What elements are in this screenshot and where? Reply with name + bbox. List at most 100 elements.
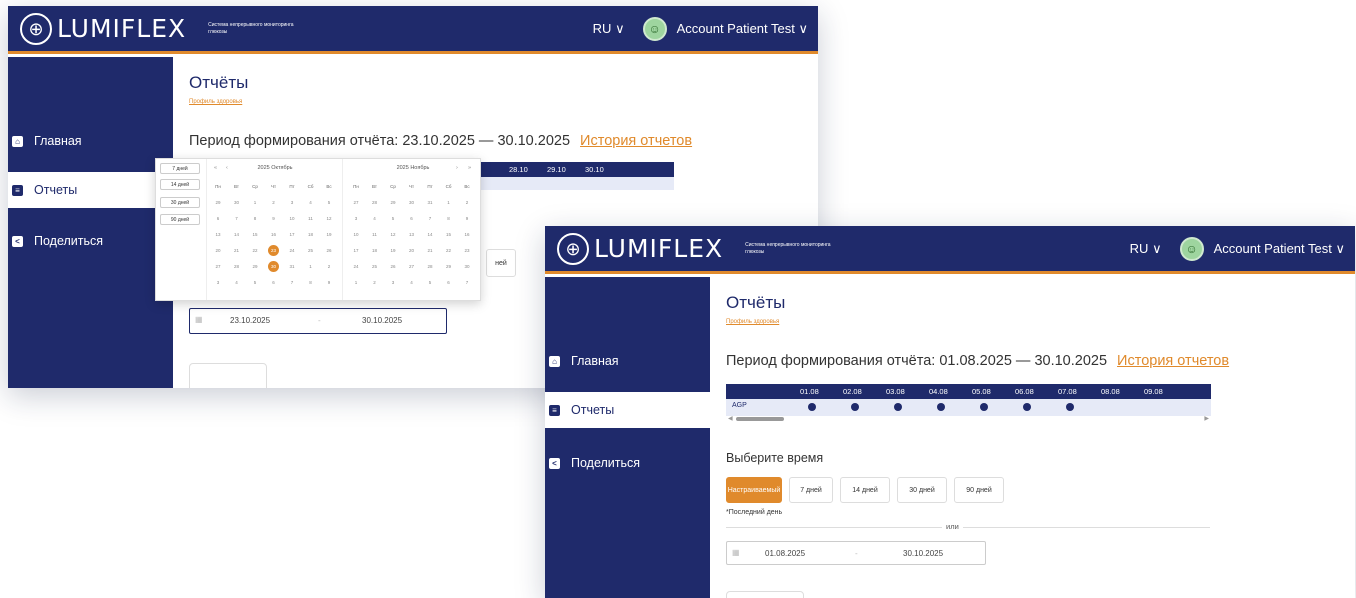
calendar-day[interactable]: 30 xyxy=(266,259,282,273)
calendar-day[interactable]: 29 xyxy=(247,259,263,273)
calendar-day[interactable]: 7 xyxy=(229,211,245,225)
agp-data-dot[interactable] xyxy=(851,403,859,411)
calendar-day[interactable]: 5 xyxy=(422,275,438,289)
calendar-day[interactable]: 8 xyxy=(303,275,319,289)
calendar-day[interactable]: 30 xyxy=(459,259,475,273)
calendar-day[interactable]: 14 xyxy=(422,227,438,241)
calendar-day[interactable]: 29 xyxy=(441,259,457,273)
calendar-day[interactable]: 23 xyxy=(459,243,475,257)
calendar-day[interactable]: 8 xyxy=(247,211,263,225)
calendar-day[interactable]: 27 xyxy=(348,195,364,209)
calendar-day[interactable]: 4 xyxy=(303,195,319,209)
calendar-day[interactable]: 11 xyxy=(367,227,383,241)
logo[interactable]: ⊕ LUMIFLEX xyxy=(20,12,186,45)
calendar-day[interactable]: 14 xyxy=(229,227,245,241)
calendar-day[interactable]: 21 xyxy=(422,243,438,257)
calendar-day[interactable]: 11 xyxy=(303,211,319,225)
profile-link[interactable]: Профиль здоровья xyxy=(189,99,242,105)
calendar-day[interactable]: 13 xyxy=(404,227,420,241)
agp-data-dot[interactable] xyxy=(808,403,816,411)
calendar-day[interactable]: 7 xyxy=(284,275,300,289)
calendar-day[interactable]: 30 xyxy=(404,195,420,209)
preset-90-days[interactable]: 90 дней xyxy=(160,214,200,225)
calendar-day[interactable]: 10 xyxy=(284,211,300,225)
calendar-day[interactable]: 26 xyxy=(321,243,337,257)
calendar-day[interactable]: 12 xyxy=(321,211,337,225)
calendar-day[interactable]: 5 xyxy=(247,275,263,289)
next-year-button[interactable]: » xyxy=(468,165,471,171)
calendar-day[interactable]: 28 xyxy=(367,195,383,209)
account-menu[interactable]: Account Patient Test ∨ xyxy=(1214,241,1345,257)
calendar-day[interactable]: 6 xyxy=(404,211,420,225)
calendar-day[interactable]: 20 xyxy=(210,243,226,257)
calendar-day[interactable]: 23 xyxy=(266,243,282,257)
calendar-day[interactable]: 4 xyxy=(404,275,420,289)
preset-30-days[interactable]: 30 дней xyxy=(160,197,200,208)
calendar-day[interactable]: 3 xyxy=(210,275,226,289)
calendar-day[interactable]: 5 xyxy=(321,195,337,209)
agp-data-dot[interactable] xyxy=(937,403,945,411)
calendar-day[interactable]: 18 xyxy=(367,243,383,257)
calendar-day[interactable]: 28 xyxy=(422,259,438,273)
preset-14-days[interactable]: 14 дней xyxy=(160,179,200,190)
horizontal-scrollbar[interactable]: ◀ ▶ xyxy=(726,416,1211,422)
calendar-day[interactable]: 8 xyxy=(441,211,457,225)
calendar-day[interactable]: 19 xyxy=(321,227,337,241)
agp-data-dot[interactable] xyxy=(980,403,988,411)
calendar-day[interactable]: 3 xyxy=(284,195,300,209)
avatar[interactable]: ☺ xyxy=(642,16,667,41)
history-link[interactable]: История отчетов xyxy=(1117,353,1229,369)
calendar-day[interactable]: 1 xyxy=(441,195,457,209)
calendar-day[interactable]: 1 xyxy=(247,195,263,209)
agp-data-dot[interactable] xyxy=(1023,403,1031,411)
calendar-day[interactable]: 16 xyxy=(266,227,282,241)
calendar-day[interactable]: 2 xyxy=(321,259,337,273)
calendar-day[interactable]: 22 xyxy=(441,243,457,257)
scroll-thumb[interactable] xyxy=(736,417,784,421)
calendar-day[interactable]: 27 xyxy=(210,259,226,273)
language-select[interactable]: RU ∨ xyxy=(593,21,625,37)
logo[interactable]: ⊕ LUMIFLEX xyxy=(557,232,723,265)
calendar-day[interactable]: 12 xyxy=(385,227,401,241)
account-menu[interactable]: Account Patient Test ∨ xyxy=(677,21,808,37)
sidebar-item-reports[interactable]: ≡ Отчеты xyxy=(8,172,173,208)
calendar-day[interactable]: 22 xyxy=(247,243,263,257)
preset-7-days[interactable]: 7 дней xyxy=(160,163,200,174)
calendar-day[interactable]: 20 xyxy=(404,243,420,257)
time-option-partial[interactable]: ней xyxy=(486,249,516,277)
profile-link[interactable]: Профиль здоровья xyxy=(726,319,779,325)
calendar-day[interactable]: 24 xyxy=(348,259,364,273)
calendar-day[interactable]: 27 xyxy=(404,259,420,273)
report-card[interactable] xyxy=(189,363,267,388)
date-range-input[interactable]: ▦ 01.08.2025 - 30.10.2025 xyxy=(726,541,986,565)
calendar-day[interactable]: 21 xyxy=(229,243,245,257)
time-option-custom[interactable]: Настраиваемый xyxy=(726,477,782,503)
sidebar-item-reports[interactable]: ≡ Отчеты xyxy=(545,392,710,428)
calendar-day[interactable]: 16 xyxy=(459,227,475,241)
next-month-button[interactable]: › xyxy=(456,165,458,171)
calendar-day[interactable]: 3 xyxy=(385,275,401,289)
calendar-day[interactable]: 3 xyxy=(348,211,364,225)
calendar-day[interactable]: 9 xyxy=(459,211,475,225)
calendar-day[interactable]: 17 xyxy=(284,227,300,241)
calendar-day[interactable]: 2 xyxy=(367,275,383,289)
calendar-day[interactable]: 6 xyxy=(441,275,457,289)
agp-data-dot[interactable] xyxy=(894,403,902,411)
sidebar-item-home[interactable]: ⌂ Главная xyxy=(8,123,173,159)
scroll-right-arrow-icon[interactable]: ▶ xyxy=(1204,415,1209,422)
report-card[interactable] xyxy=(726,591,804,598)
calendar-day[interactable]: 28 xyxy=(229,259,245,273)
calendar-day[interactable]: 7 xyxy=(422,211,438,225)
calendar-day[interactable]: 26 xyxy=(385,259,401,273)
scroll-left-arrow-icon[interactable]: ◀ xyxy=(728,415,733,422)
calendar-day[interactable]: 1 xyxy=(303,259,319,273)
calendar-day[interactable]: 1 xyxy=(348,275,364,289)
calendar-day[interactable]: 2 xyxy=(266,195,282,209)
sidebar-item-share[interactable]: < Поделиться xyxy=(545,445,710,481)
language-select[interactable]: RU ∨ xyxy=(1130,241,1162,257)
calendar-day[interactable]: 31 xyxy=(284,259,300,273)
calendar-day[interactable]: 29 xyxy=(385,195,401,209)
time-option-30-days[interactable]: 30 дней xyxy=(897,477,947,503)
date-range-input[interactable]: ▦ 23.10.2025 - 30.10.2025 xyxy=(189,308,447,334)
calendar-day[interactable]: 17 xyxy=(348,243,364,257)
